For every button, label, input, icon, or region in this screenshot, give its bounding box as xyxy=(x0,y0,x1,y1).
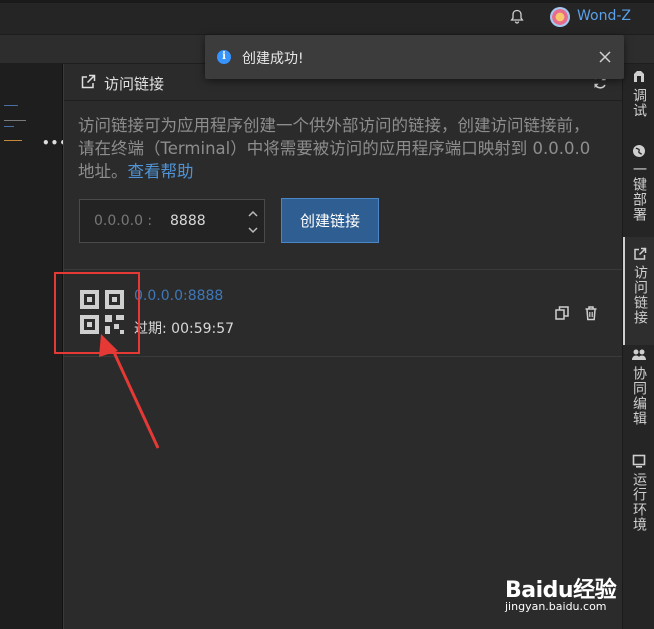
annotation-highlight-box xyxy=(54,272,140,354)
panel-title: 访问链接 xyxy=(104,75,165,93)
external-link-icon xyxy=(81,74,96,89)
sidebar-item-label: 访问链接 xyxy=(632,265,648,325)
sidebar-item-debug[interactable]: 调试 xyxy=(623,70,654,154)
decrement-icon[interactable] xyxy=(246,224,260,236)
external-link-icon xyxy=(634,247,647,260)
divider xyxy=(64,356,623,357)
bug-icon xyxy=(634,71,644,82)
watermark-url: jingyan.baidu.com xyxy=(505,600,607,613)
username[interactable]: Wond-Z xyxy=(577,8,631,24)
help-link[interactable]: 查看帮助 xyxy=(128,162,194,181)
copy-icon[interactable] xyxy=(554,305,570,321)
sidebar-item-runtime[interactable]: 运行环境 xyxy=(623,454,654,554)
sidebar-item-label: 运行环境 xyxy=(631,472,647,532)
sidebar-item-label: 协同编辑 xyxy=(631,366,647,426)
success-toast: i 创建成功! xyxy=(205,35,624,79)
code-line xyxy=(4,126,14,127)
port-prefix: 0.0.0.0 : xyxy=(94,213,153,229)
sidebar-item-deploy[interactable]: 一键部署 xyxy=(623,144,654,234)
people-icon xyxy=(632,349,646,360)
right-activity-bar: 调试 一键部署 访问链接 协同编辑 运行环境 xyxy=(622,64,654,629)
sidebar-item-access-link[interactable]: 访问链接 xyxy=(623,237,654,345)
trash-icon[interactable] xyxy=(583,305,599,321)
info-icon: i xyxy=(217,50,231,64)
port-input[interactable]: 0.0.0.0 : 8888 xyxy=(79,199,265,243)
globe-icon xyxy=(633,145,645,157)
sidebar-item-label: 一键部署 xyxy=(631,162,647,222)
divider xyxy=(64,269,623,270)
link-expire-timer: 过期: 00:59:57 xyxy=(134,321,235,337)
code-line xyxy=(4,120,26,121)
close-icon[interactable] xyxy=(598,50,612,64)
access-link-panel: 访问链接 访问链接可为应用程序创建一个供外部访问的链接，创建访问链接前，请在终端… xyxy=(63,64,623,629)
top-strip xyxy=(0,0,654,3)
create-link-button[interactable]: 创建链接 xyxy=(281,198,379,243)
toast-message: 创建成功! xyxy=(242,51,304,67)
port-value[interactable]: 8888 xyxy=(170,213,206,229)
sidebar-item-label: 调试 xyxy=(631,88,647,118)
monitor-icon xyxy=(632,454,646,468)
bell-icon[interactable] xyxy=(509,9,525,25)
sidebar-item-collab[interactable]: 协同编辑 xyxy=(623,348,654,448)
watermark: Bai⁠du经验 jingyan.baidu.com xyxy=(505,572,617,613)
avatar[interactable] xyxy=(550,7,570,27)
increment-icon[interactable] xyxy=(246,208,260,220)
code-line xyxy=(4,105,18,106)
top-bar: Wond-Z xyxy=(0,0,654,35)
code-line xyxy=(4,140,22,141)
link-url[interactable]: 0.0.0.0:8888 xyxy=(134,288,223,304)
panel-description: 访问链接可为应用程序创建一个供外部访问的链接，创建访问链接前，请在终端（Term… xyxy=(78,114,598,183)
